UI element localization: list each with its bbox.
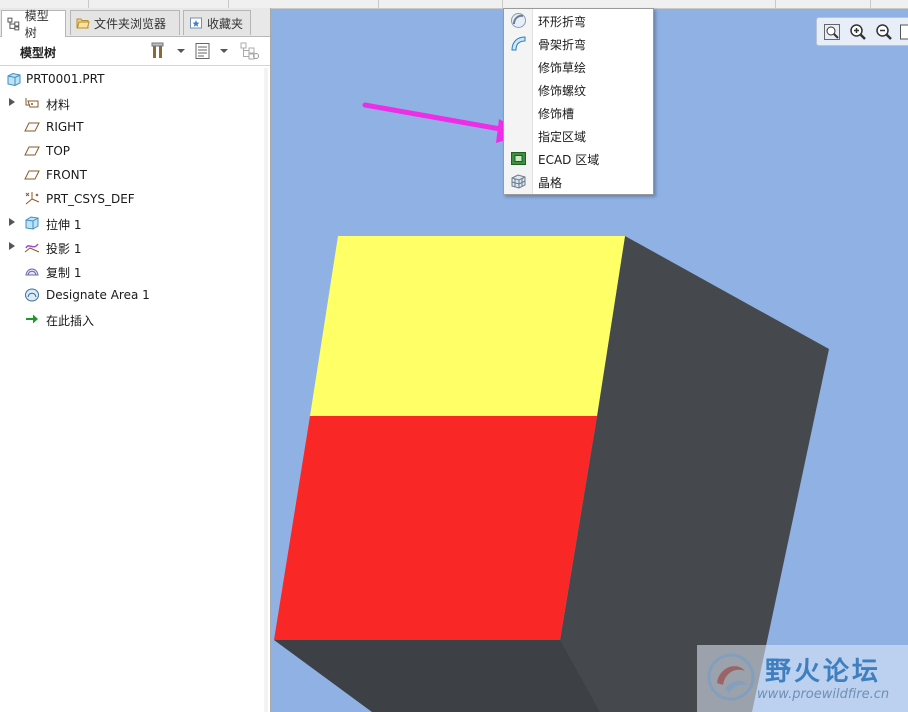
tree-item-copy[interactable]: 复制 1 — [0, 260, 268, 282]
menu-item-lattice[interactable]: 晶格 — [504, 170, 653, 193]
insert-here-arrow-icon — [26, 314, 38, 324]
editing-dropdown-menu: 环形折弯 骨架折弯 修饰草绘 修饰螺纹 修饰槽 指定区域 ECAD 区域 晶格 — [503, 8, 654, 195]
tree-item-label: RIGHT — [46, 120, 84, 134]
model-tree-title: 模型树 — [20, 46, 57, 60]
tree-item-label: 在此插入 — [46, 314, 95, 328]
tree-item-front-plane[interactable]: FRONT — [0, 164, 268, 186]
projection-icon — [24, 243, 40, 253]
watermark-logo — [707, 653, 755, 701]
menu-item-label: 骨架折弯 — [538, 38, 587, 52]
tree-item-material[interactable]: 材料 — [0, 92, 268, 114]
dropdown-arrow-icon — [177, 49, 185, 53]
tree-item-label: 投影 1 — [46, 242, 82, 256]
tree-item-label: 拉伸 1 — [46, 218, 82, 232]
menu-item-label: ECAD 区域 — [538, 153, 600, 167]
view-toolbar — [816, 17, 908, 46]
folder-browser-icon — [76, 18, 90, 29]
datum-plane-icon — [24, 146, 40, 156]
navigator-tabs: 模型树 文件夹浏览器 收藏夹 — [0, 8, 270, 40]
navigator-panel: 模型树 文件夹浏览器 收藏夹 模型树 PRT0001.PRT 材料 RIGHT … — [0, 8, 271, 712]
repaint-icon[interactable] — [899, 23, 908, 41]
menu-item-label: 环形折弯 — [538, 15, 587, 29]
tree-item-extrude[interactable]: 拉伸 1 — [0, 212, 268, 234]
tree-settings-button[interactable] — [151, 42, 185, 60]
designate-area-icon — [25, 288, 39, 302]
expand-arrow-icon[interactable] — [9, 98, 15, 106]
coordinate-system-icon — [25, 192, 40, 205]
menu-item-cosmetic-groove[interactable]: 修饰槽 — [504, 101, 653, 124]
forum-watermark: 野火论坛 www.proewildfire.cn — [697, 645, 908, 712]
tree-item-right-plane[interactable]: RIGHT — [0, 116, 268, 138]
zoom-fit-icon[interactable] — [823, 23, 841, 41]
watermark-title: 野火论坛 — [765, 657, 882, 687]
tab-label: 模型树 — [24, 9, 49, 40]
expand-arrow-icon[interactable] — [9, 242, 15, 250]
dropdown-arrow-icon — [220, 49, 228, 53]
favorites-icon — [190, 17, 202, 29]
tree-item-label: PRT0001.PRT — [26, 72, 105, 86]
cube-bottom-face — [274, 640, 600, 712]
menu-item-designate-area[interactable]: 指定区域 — [504, 124, 653, 147]
model-tree-icon — [7, 17, 20, 31]
datum-plane-icon — [24, 170, 40, 180]
tree-item-label: TOP — [46, 144, 71, 158]
zoom-out-icon[interactable] — [875, 23, 893, 41]
tree-item-insert-here[interactable]: 在此插入 — [0, 308, 268, 330]
menu-item-cosmetic-sketch[interactable]: 修饰草绘 — [504, 55, 653, 78]
menu-item-ecad-area[interactable]: ECAD 区域 — [504, 147, 653, 170]
datum-plane-icon — [24, 122, 40, 132]
material-icon — [25, 98, 39, 108]
copy-icon — [25, 268, 39, 276]
zoom-in-icon[interactable] — [849, 23, 867, 41]
spinal-bend-icon — [511, 36, 526, 51]
tree-root-item[interactable]: PRT0001.PRT — [0, 68, 268, 90]
tree-item-label: Designate Area 1 — [46, 288, 150, 302]
extrude-icon — [25, 216, 39, 230]
menu-item-spinal-bend[interactable]: 骨架折弯 — [504, 32, 653, 55]
panel-splitter[interactable] — [264, 68, 268, 712]
tree-item-label: PRT_CSYS_DEF — [46, 192, 135, 206]
tree-item-top-plane[interactable]: TOP — [0, 140, 268, 162]
menu-item-toroidal-bend[interactable]: 环形折弯 — [504, 9, 653, 32]
model-tree-header: 模型树 — [0, 37, 270, 66]
menu-item-label: 修饰草绘 — [538, 61, 587, 75]
menu-item-cosmetic-thread[interactable]: 修饰螺纹 — [504, 78, 653, 101]
cube-top-color-region — [310, 236, 625, 416]
tree-item-label: 复制 1 — [46, 266, 82, 280]
tree-filter-button[interactable] — [240, 42, 260, 60]
tab-label: 文件夹浏览器 — [94, 16, 167, 31]
tab-folder-browser[interactable]: 文件夹浏览器 — [70, 10, 180, 35]
tree-item-csys[interactable]: PRT_CSYS_DEF — [0, 188, 268, 210]
tab-model-tree[interactable]: 模型树 — [1, 9, 66, 40]
watermark-url: www.proewildfire.cn — [757, 687, 890, 702]
tree-settings-icon — [151, 42, 164, 58]
tree-columns-button[interactable] — [194, 42, 228, 60]
menu-item-label: 指定区域 — [538, 130, 587, 144]
annotation-arrow-shaft — [362, 102, 509, 133]
menu-item-label: 修饰槽 — [538, 107, 575, 121]
cube-front-color-region — [274, 416, 597, 640]
part-icon — [7, 72, 21, 87]
tree-filter-icon — [240, 42, 259, 60]
tree-item-label: FRONT — [46, 168, 87, 182]
tab-label: 收藏夹 — [207, 16, 244, 31]
expand-arrow-icon[interactable] — [9, 218, 15, 226]
tree-columns-icon — [195, 43, 210, 59]
tree-item-label: 材料 — [46, 98, 71, 112]
tab-favorites[interactable]: 收藏夹 — [183, 10, 251, 35]
ecad-area-icon — [511, 152, 526, 165]
toroidal-bend-icon — [511, 13, 526, 28]
tree-item-projection[interactable]: 投影 1 — [0, 236, 268, 258]
menu-item-label: 晶格 — [538, 176, 563, 190]
menu-item-label: 修饰螺纹 — [538, 84, 587, 98]
lattice-icon — [511, 174, 526, 189]
tree-item-designate-area[interactable]: Designate Area 1 — [0, 284, 268, 306]
